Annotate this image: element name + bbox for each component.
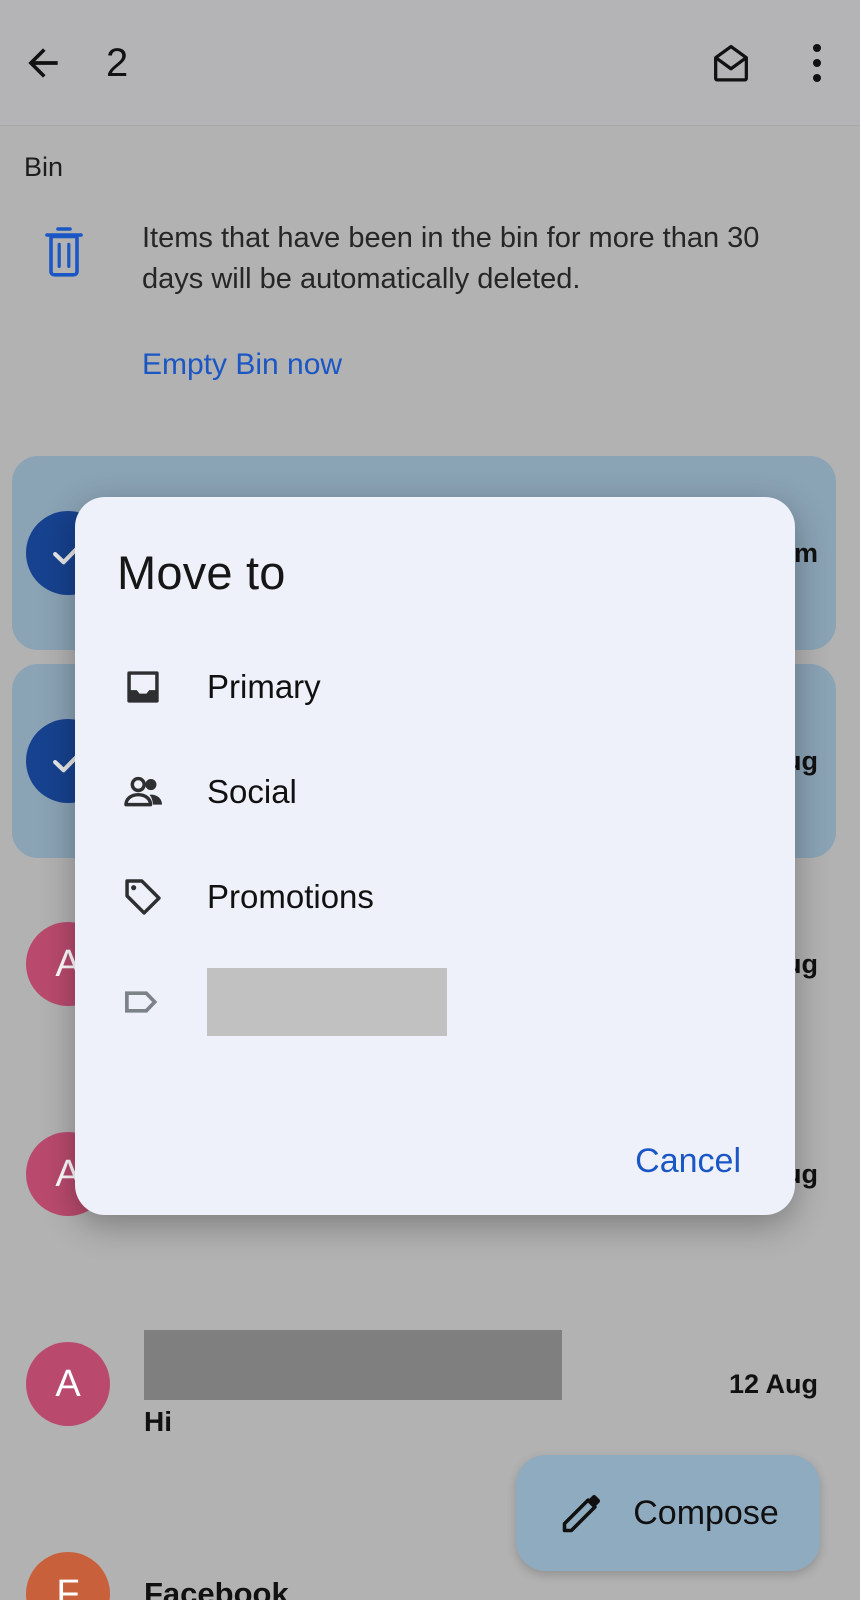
dialog-item-primary[interactable]: Primary xyxy=(75,634,795,739)
arrow-back-icon xyxy=(28,47,58,78)
tag-icon-wrap xyxy=(121,875,177,919)
envelope-icon xyxy=(714,44,748,81)
table-row[interactable]: A Hi 12 Aug xyxy=(12,1294,836,1474)
avatar[interactable]: F xyxy=(26,1552,110,1600)
tag-outline-icon xyxy=(125,990,158,1013)
pencil-icon xyxy=(562,1494,601,1533)
people-icon-wrap xyxy=(121,769,177,815)
move-to-dialog: Move to Primary Social Promotions Cancel xyxy=(75,497,795,1215)
selection-count: 2 xyxy=(106,40,129,85)
dialog-title: Move to xyxy=(117,546,286,599)
overflow-menu-button[interactable] xyxy=(774,20,860,106)
compose-label: Compose xyxy=(633,1493,779,1532)
bin-notice-description: Items that have been in the bin for more… xyxy=(142,222,760,296)
dialog-item-social[interactable]: Social xyxy=(75,739,795,844)
people-icon xyxy=(124,776,163,806)
dialog-item-label: Promotions xyxy=(207,877,374,915)
back-button[interactable] xyxy=(0,20,86,106)
trash-icon xyxy=(45,227,83,277)
inbox-icon-wrap xyxy=(121,665,177,709)
bin-notice-icon-wrap xyxy=(40,218,96,283)
dialog-item-label: Social xyxy=(207,772,297,810)
bin-notice-texts: Items that have been in the bin for more… xyxy=(96,218,822,382)
empty-bin-now-link[interactable]: Empty Bin now xyxy=(142,348,822,382)
cancel-button[interactable]: Cancel xyxy=(621,1132,755,1190)
app-bar-left-group: 2 xyxy=(0,20,688,106)
mail-row-body: Hi xyxy=(110,1330,715,1438)
compose-button[interactable]: Compose xyxy=(516,1455,820,1571)
more-vert-icon xyxy=(813,43,821,82)
mark-unread-button[interactable] xyxy=(688,20,774,106)
bin-notice: Items that have been in the bin for more… xyxy=(0,218,860,382)
dialog-item-promotions[interactable]: Promotions xyxy=(75,844,795,949)
redacted-label-name xyxy=(207,967,447,1036)
top-app-bar: 2 xyxy=(0,0,860,126)
redacted-sender xyxy=(144,1330,562,1400)
tag-filled-icon xyxy=(125,878,161,915)
dialog-item-list: Primary Social Promotions xyxy=(75,634,795,1054)
app-bar-right-group xyxy=(688,20,860,106)
bin-section-label: Bin xyxy=(24,152,64,182)
mail-date: 12 Aug xyxy=(728,1368,818,1399)
mail-row-body: Facebook xyxy=(110,1576,804,1600)
app-screen: 2 Bin Items that have been in the bin fo… xyxy=(0,0,860,1600)
dialog-actions: Cancel xyxy=(621,1142,755,1181)
inbox-icon xyxy=(127,670,159,703)
avatar[interactable]: A xyxy=(26,1342,110,1426)
dialog-item-label: Primary xyxy=(207,667,321,705)
dialog-item-label-redacted[interactable] xyxy=(75,949,795,1054)
mail-snippet: Hi xyxy=(144,1406,172,1437)
tag-outline-icon-wrap xyxy=(121,980,177,1024)
mail-sender: Facebook xyxy=(144,1576,289,1600)
